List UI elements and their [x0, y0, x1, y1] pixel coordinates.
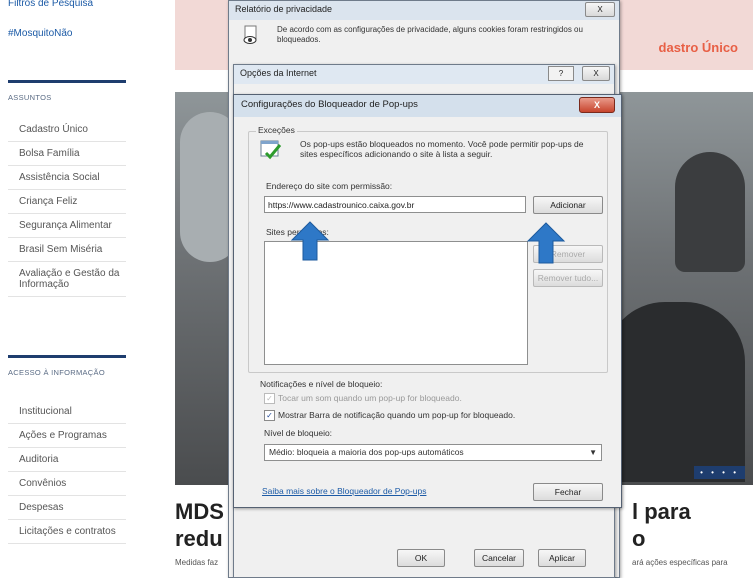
notifications-label: Notificações e nível de bloqueio: — [260, 379, 383, 389]
sidebar-item-despesas[interactable]: Despesas — [8, 496, 126, 520]
sidebar-item-acoes[interactable]: Ações e Programas — [8, 424, 126, 448]
privacy-report-title: Relatório de privacidade — [235, 4, 333, 14]
sidebar-item-auditoria[interactable]: Auditoria — [8, 448, 126, 472]
news-lede-right: ará ações específicas para — [632, 558, 728, 567]
show-notification-bar-checkbox[interactable]: ✓ — [264, 410, 275, 421]
sidebar-item-licitacoes[interactable]: Licitações e contratos — [8, 520, 126, 544]
learn-more-link[interactable]: Saiba mais sobre o Bloqueador de Pop-ups — [262, 486, 426, 496]
news-headline-right[interactable]: l para o — [632, 498, 691, 552]
news-lede-left: Medidas faz — [175, 558, 219, 567]
sidebar-item-bolsa[interactable]: Bolsa Família — [8, 142, 126, 166]
search-filters-link[interactable]: Filtros de Pesquisa — [8, 0, 93, 9]
sidebar-item-crianca[interactable]: Criança Feliz — [8, 190, 126, 214]
privacy-eye-icon — [243, 25, 257, 44]
news-headline-left[interactable]: MDS redu — [175, 498, 224, 552]
remove-all-button[interactable]: Remover tudo... — [533, 269, 603, 287]
sidebar-item-institucional[interactable]: Institucional — [8, 400, 126, 424]
sidebar-item-seguranca[interactable]: Segurança Alimentar — [8, 214, 126, 238]
internet-options-title: Opções da Internet — [240, 68, 317, 78]
play-sound-label: Tocar um som quando um pop-up for bloque… — [278, 393, 462, 403]
cancel-button[interactable]: Cancelar — [474, 549, 524, 567]
carousel-dots[interactable]: • • • • — [694, 466, 745, 479]
apply-button[interactable]: Aplicar — [538, 549, 586, 567]
blocking-level-value: Médio: bloqueia a maioria dos pop-ups au… — [269, 447, 464, 457]
privacy-report-titlebar: Relatório de privacidade X — [229, 1, 619, 20]
popup-blocker-titlebar: Configurações do Bloqueador de Pop-ups X — [234, 95, 621, 117]
popup-window-check-icon — [260, 140, 282, 160]
acesso-header: ACESSO À INFORMAÇÃO — [8, 355, 126, 377]
exceptions-label: Exceções — [256, 125, 297, 135]
hashtag-link[interactable]: #MosquitoNão — [8, 28, 72, 39]
ok-button[interactable]: OK — [397, 549, 445, 567]
sidebar-item-cadastro[interactable]: Cadastro Único — [8, 118, 126, 142]
play-sound-checkbox[interactable]: ✓ — [264, 393, 275, 404]
exceptions-description: Os pop-ups estão bloqueados no momento. … — [300, 139, 584, 159]
address-label: Endereço do site com permissão: — [266, 181, 393, 191]
popup-blocker-title: Configurações do Bloqueador de Pop-ups — [241, 99, 418, 110]
assuntos-header: ASSUNTOS — [8, 80, 126, 102]
banner-title: dastro Único — [658, 40, 738, 55]
sidebar-item-assistencia[interactable]: Assistência Social — [8, 166, 126, 190]
popup-blocker-dialog: Configurações do Bloqueador de Pop-ups X… — [233, 94, 622, 508]
blocking-level-select[interactable]: Médio: bloqueia a maioria dos pop-ups au… — [264, 444, 602, 461]
internet-options-close-button[interactable]: X — [582, 66, 610, 81]
site-address-input[interactable]: https://www.cadastrounico.caixa.gov.br — [264, 196, 526, 213]
annotation-arrow-up-icon — [290, 221, 330, 261]
popup-close-x-button[interactable]: X — [579, 97, 615, 113]
internet-options-titlebar: Opções da Internet ? X — [234, 65, 614, 84]
privacy-close-button[interactable]: X — [585, 2, 615, 17]
hero-figure-person-2 — [605, 302, 745, 482]
help-button[interactable]: ? — [548, 66, 574, 81]
add-button[interactable]: Adicionar — [533, 196, 603, 214]
chevron-down-icon: ▼ — [589, 448, 597, 457]
sidebar-item-brasil[interactable]: Brasil Sem Miséria — [8, 238, 126, 262]
left-sidebar: Filtros de Pesquisa #MosquitoNão ASSUNTO… — [0, 0, 150, 576]
annotation-arrow-up-icon-2 — [526, 222, 566, 264]
acesso-list: Institucional Ações e Programas Auditori… — [8, 400, 126, 544]
assuntos-list: Cadastro Único Bolsa Família Assistência… — [8, 118, 126, 297]
hero-figure-person — [675, 152, 745, 272]
sidebar-item-avaliacao[interactable]: Avaliação e Gestão da Informação — [8, 262, 126, 297]
blocking-level-label: Nível de bloqueio: — [264, 428, 333, 438]
close-button[interactable]: Fechar — [533, 483, 603, 501]
privacy-message: De acordo com as configurações de privac… — [277, 25, 583, 44]
show-notification-bar-label: Mostrar Barra de notificação quando um p… — [278, 410, 516, 420]
sidebar-item-convenios[interactable]: Convênios — [8, 472, 126, 496]
